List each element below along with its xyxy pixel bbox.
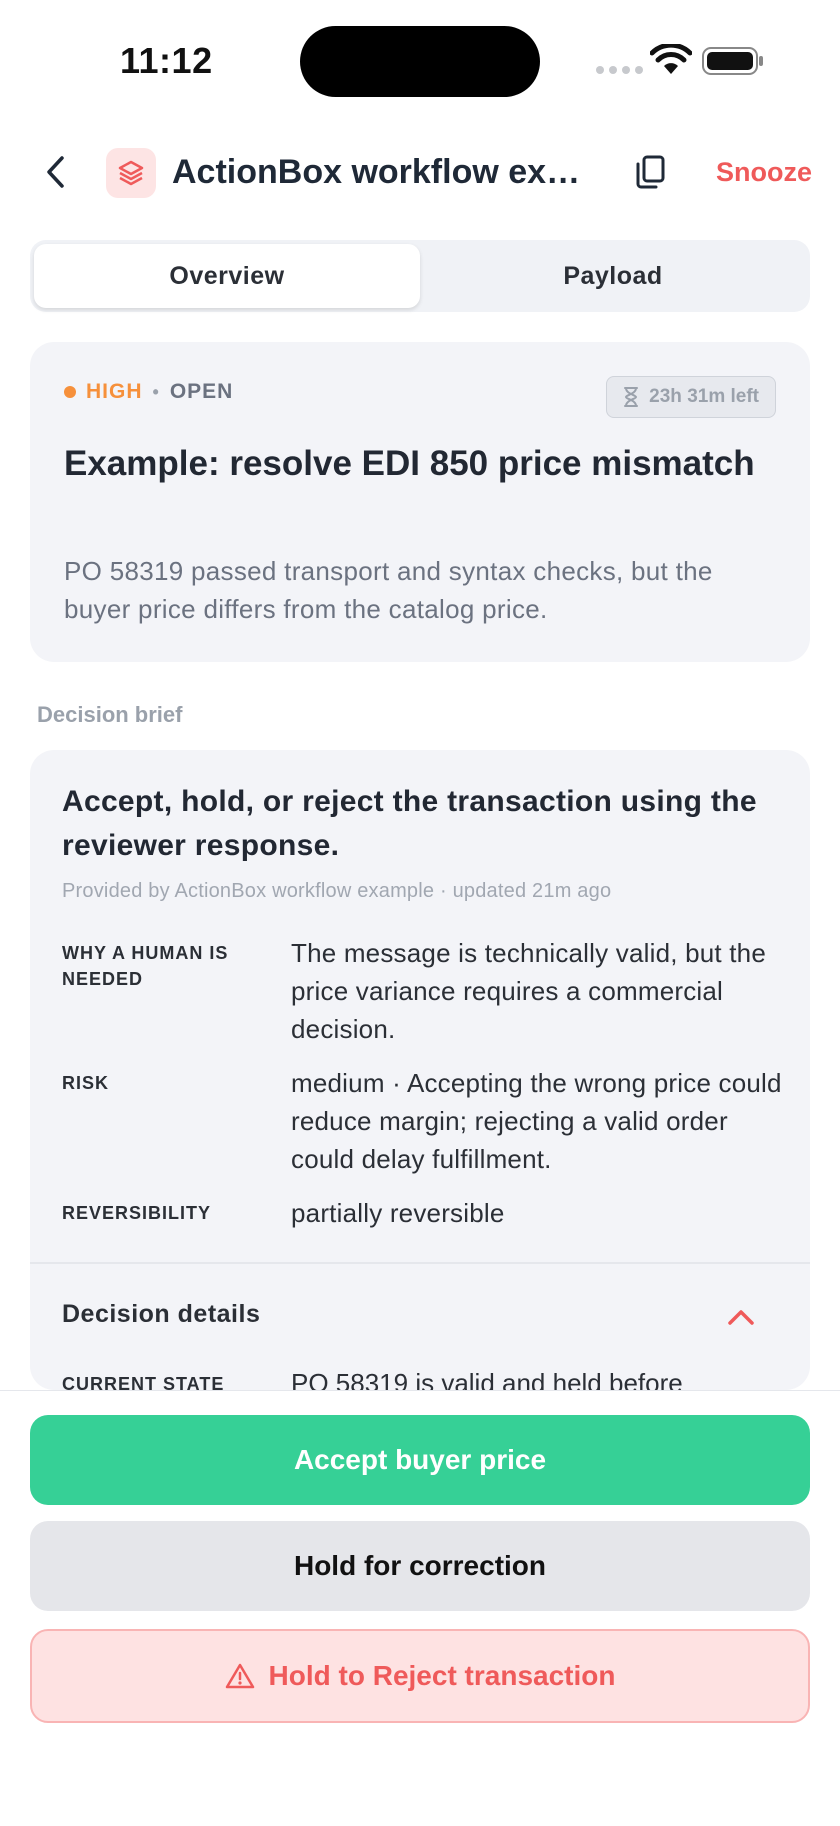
priority-dot-icon bbox=[64, 386, 76, 398]
copy-icon bbox=[636, 155, 665, 189]
status-time: 11:12 bbox=[120, 40, 213, 81]
reject-button[interactable]: Hold to Reject transaction bbox=[30, 1629, 810, 1723]
field-key: WHY A HUMAN IS NEEDED bbox=[62, 943, 229, 989]
time-left-label: 23h 31m left bbox=[649, 386, 759, 407]
field-why-human: WHY A HUMAN IS NEEDED The message is tec… bbox=[62, 934, 792, 1054]
field-key: CURRENT STATE bbox=[62, 1374, 225, 1390]
field-value: partially reversible bbox=[291, 1198, 505, 1228]
hourglass-icon bbox=[624, 387, 639, 407]
page-title: ActionBox workflow exa... bbox=[172, 153, 592, 191]
tab-bar: Overview Payload bbox=[30, 240, 810, 312]
field-reversibility: REVERSIBILITY partially reversible bbox=[62, 1194, 792, 1234]
field-key: REVERSIBILITY bbox=[62, 1203, 212, 1223]
field-value: The message is technically valid, but th… bbox=[291, 938, 766, 1044]
app-icon bbox=[106, 148, 156, 198]
field-value: PO 58319 is valid and held before bbox=[291, 1368, 683, 1390]
summary-title: Example: resolve EDI 850 price mismatch bbox=[64, 444, 755, 483]
summary-card: HIGH • OPEN 23h 31m left Example: resolv… bbox=[30, 342, 810, 662]
divider bbox=[30, 1262, 810, 1264]
status-bar: 11:12 bbox=[0, 0, 840, 120]
layers-icon bbox=[118, 160, 144, 186]
decision-details-toggle[interactable]: Decision details bbox=[62, 1300, 260, 1329]
snooze-button[interactable]: Snooze bbox=[716, 152, 812, 192]
status-row: HIGH • OPEN bbox=[64, 380, 233, 404]
decision-brief-card: Accept, hold, or reject the transaction … bbox=[30, 750, 810, 1390]
status-separator: • bbox=[152, 381, 160, 402]
state-label: OPEN bbox=[169, 380, 234, 403]
back-button[interactable] bbox=[38, 150, 72, 194]
wifi-icon bbox=[650, 44, 692, 74]
brief-provider: Provided by ActionBox workflow example ·… bbox=[62, 880, 612, 902]
warning-icon bbox=[225, 1663, 254, 1689]
priority-label: HIGH bbox=[86, 380, 143, 403]
reject-button-label: Hold to Reject transaction bbox=[268, 1660, 616, 1691]
field-risk: RISK medium · Accepting the wrong price … bbox=[62, 1064, 792, 1184]
accept-button[interactable]: Accept buyer price bbox=[30, 1415, 810, 1505]
field-key: RISK bbox=[62, 1073, 110, 1093]
dynamic-island bbox=[300, 26, 540, 97]
battery-icon bbox=[702, 47, 763, 75]
hold-button[interactable]: Hold for correction bbox=[30, 1521, 810, 1611]
chevron-left-icon bbox=[47, 156, 64, 188]
cellular-signal-icon bbox=[596, 66, 643, 74]
app-header: ActionBox workflow exa... Snooze bbox=[0, 140, 840, 204]
copy-button[interactable] bbox=[628, 148, 672, 196]
time-left-badge: 23h 31m left bbox=[606, 376, 776, 418]
brief-title: Accept, hold, or reject the transaction … bbox=[62, 785, 757, 862]
tab-overview[interactable]: Overview bbox=[34, 244, 420, 308]
field-value: medium · Accepting the wrong price could… bbox=[291, 1068, 782, 1174]
action-panel: Accept buyer price Hold for correction H… bbox=[0, 1390, 840, 1826]
decision-brief-label: Decision brief bbox=[37, 702, 183, 727]
chevron-up-icon[interactable] bbox=[724, 1302, 758, 1332]
summary-description: PO 58319 passed transport and syntax che… bbox=[64, 556, 713, 624]
tab-payload[interactable]: Payload bbox=[420, 244, 806, 308]
